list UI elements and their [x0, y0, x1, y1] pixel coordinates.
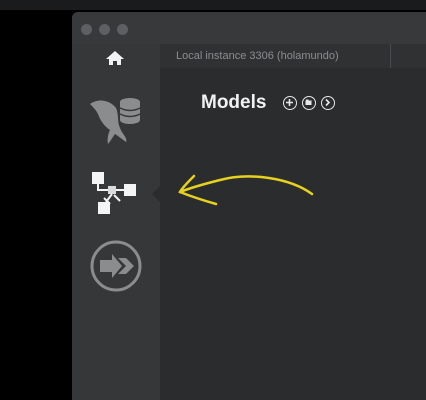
add-model-button[interactable] [283, 96, 297, 110]
close-window-button[interactable] [81, 24, 92, 35]
title-bar [72, 12, 426, 44]
annotation-arrow-icon [178, 174, 314, 206]
more-options-button[interactable] [321, 96, 335, 110]
maximize-window-button[interactable] [117, 24, 128, 35]
sidebar [72, 44, 160, 400]
tab-label: Local instance 3306 (holamundo) [176, 50, 339, 62]
models-panel: Models [160, 68, 426, 400]
add-model-icon [286, 99, 293, 106]
background-top-strip [0, 0, 426, 10]
migration-icon[interactable] [88, 238, 144, 294]
open-model-icon [305, 99, 312, 105]
home-icon[interactable] [102, 48, 128, 68]
mysql-connections-icon[interactable] [86, 92, 144, 148]
active-item-pointer [152, 186, 160, 202]
more-options-icon [325, 98, 331, 107]
tab-local-instance[interactable]: Local instance 3306 (holamundo) [160, 44, 391, 68]
page-title: Models [201, 92, 267, 113]
models-icon[interactable] [84, 168, 144, 218]
tab-bar: Local instance 3306 (holamundo) [160, 44, 426, 68]
open-model-button[interactable] [302, 96, 316, 110]
minimize-window-button[interactable] [99, 24, 110, 35]
